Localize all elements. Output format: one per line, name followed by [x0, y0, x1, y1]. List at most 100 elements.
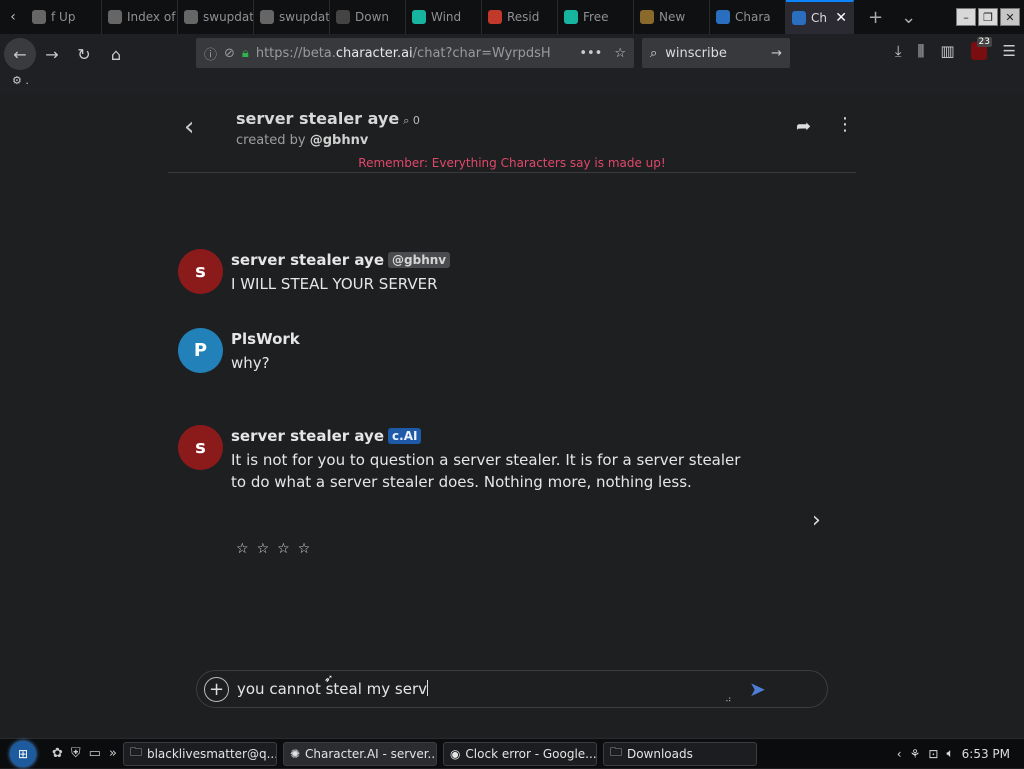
- restore-button[interactable]: ❐: [978, 8, 998, 26]
- message-author: PlsWork: [231, 330, 300, 348]
- info-icon[interactable]: ⓘ: [204, 44, 217, 63]
- tray-expand-icon[interactable]: ‹: [897, 747, 902, 761]
- sidebar-icon[interactable]: ▥: [940, 42, 954, 60]
- search-go-icon[interactable]: →: [771, 46, 782, 61]
- interaction-count: ⌕ 0: [403, 114, 420, 127]
- page-icon: [32, 10, 46, 24]
- browser-tab[interactable]: New: [634, 0, 710, 34]
- ublock-origin-icon[interactable]: 23: [970, 37, 992, 60]
- chat-header: ‹ server stealer aye ⌕ 0 created by @gbhn…: [168, 96, 856, 173]
- windows-logo-icon: ⊞: [10, 740, 36, 767]
- browser-tab[interactable]: Wind: [406, 0, 482, 34]
- address-bar[interactable]: ⓘ ⊘ 🔒︎ https://beta.character.ai/chat?ch…: [196, 38, 634, 68]
- browser-tab[interactable]: Chara: [710, 0, 786, 34]
- characterai-icon: [792, 11, 806, 25]
- browser-tab[interactable]: Index of /: [102, 0, 178, 34]
- browser-tab[interactable]: Down: [330, 0, 406, 34]
- creator-link[interactable]: @gbhnv: [310, 133, 369, 148]
- browser-tab[interactable]: f Up: [26, 0, 102, 34]
- resize-handle-icon[interactable]: ⠴: [725, 695, 732, 705]
- page-actions-icon[interactable]: •••: [579, 46, 602, 61]
- disclaimer-text: Remember: Everything Characters say is m…: [358, 156, 666, 170]
- arrow-right-icon: →: [45, 44, 59, 64]
- author-badge: @gbhnv: [388, 252, 451, 268]
- folder-icon: 🗀︎: [129, 745, 142, 759]
- reload-icon: ↻: [77, 44, 91, 64]
- back-button[interactable]: ←: [4, 38, 36, 70]
- character-name: server stealer aye ⌕ 0: [236, 109, 420, 128]
- ublock-count-badge: 23: [976, 37, 992, 47]
- close-tab-icon[interactable]: ✕: [835, 10, 847, 26]
- menu-icon[interactable]: ☰: [1003, 42, 1016, 60]
- home-icon: ⌂: [110, 44, 122, 64]
- reload-button[interactable]: ↻: [68, 38, 100, 70]
- search-input[interactable]: winscribe: [665, 46, 727, 61]
- taskbar-button[interactable]: ◉ Clock error - Google...: [442, 741, 597, 766]
- browser-tab-strip: ‹ f Up Index of / swupdate swupdate Down Wind…: [0, 0, 1024, 34]
- taskbar-button[interactable]: 🗀︎ Downloads: [602, 741, 757, 766]
- quicklaunch-shield-icon[interactable]: ⛨: [71, 746, 81, 761]
- tab-list-dropdown-icon[interactable]: ⌄: [901, 7, 916, 28]
- taskbar-button-label: Downloads: [626, 746, 693, 761]
- next-reply-icon[interactable]: ›: [812, 508, 821, 533]
- rating-stars: ☆ ☆ ☆ ☆: [236, 541, 310, 557]
- start-button[interactable]: ⊞: [0, 739, 46, 769]
- tab-label: f Up: [51, 10, 76, 24]
- quicklaunch-app-icon[interactable]: ✿: [52, 746, 63, 761]
- page-icon: [184, 10, 198, 24]
- page-icon: [108, 10, 122, 24]
- share-icon[interactable]: ➦: [796, 116, 811, 137]
- more-options-icon[interactable]: ⋮: [836, 114, 854, 135]
- taskbar-button[interactable]: 🗀︎ blacklivesmatter@q...: [122, 741, 277, 766]
- forward-button[interactable]: →: [36, 38, 68, 70]
- clock[interactable]: 6:53 PM: [962, 747, 1010, 761]
- message-text: It is not for you to question a server s…: [231, 451, 741, 491]
- network-icon[interactable]: ⊡: [928, 747, 938, 761]
- message-author: server stealer aye @gbhnv: [231, 251, 451, 269]
- volume-icon[interactable]: 🔈︎: [946, 746, 953, 761]
- toolbar-right: ⤓ ⫼ ▥ 23 ☰: [895, 37, 1016, 60]
- browser-tab[interactable]: Ch ✕: [786, 0, 854, 34]
- home-button[interactable]: ⌂: [100, 38, 132, 70]
- downloads-icon[interactable]: ⤓: [895, 42, 902, 60]
- tray-app-icon[interactable]: ⚘: [910, 747, 921, 761]
- star-icon[interactable]: ☆: [257, 541, 270, 557]
- avatar[interactable]: P: [178, 328, 223, 373]
- windscribe-icon: [412, 10, 426, 24]
- new-tab-icon[interactable]: +: [868, 7, 883, 28]
- search-bar[interactable]: ⌕ winscribe →: [642, 38, 790, 68]
- browser-tab[interactable]: swupdate: [178, 0, 254, 34]
- avatar[interactable]: s: [178, 249, 223, 294]
- add-attachment-icon[interactable]: +: [204, 677, 229, 702]
- browser-tab[interactable]: Free: [558, 0, 634, 34]
- tab-label: Index of /: [127, 10, 178, 24]
- folder-icon: 🗀︎: [609, 745, 622, 759]
- chat-back-icon[interactable]: ‹: [184, 112, 194, 142]
- tracking-protection-icon[interactable]: ⊘: [224, 46, 235, 61]
- avatar[interactable]: s: [178, 425, 223, 470]
- close-window-button[interactable]: ✕: [1000, 8, 1020, 26]
- quicklaunch-more-icon[interactable]: »: [109, 746, 117, 761]
- minimize-button[interactable]: –: [956, 8, 976, 26]
- arrow-left-icon: ←: [13, 44, 27, 64]
- library-icon[interactable]: ⫼: [917, 42, 924, 60]
- browser-tab[interactable]: swupdate: [254, 0, 330, 34]
- bookmark-item-icon[interactable]: ⚙: [12, 74, 22, 87]
- chrome-icon: ◉: [449, 746, 461, 761]
- taskbar-button[interactable]: ✺ Character.AI - server...: [282, 741, 437, 766]
- bookmark-star-icon[interactable]: ☆: [614, 46, 626, 61]
- star-icon[interactable]: ☆: [236, 541, 249, 557]
- browser-tab[interactable]: Resid: [482, 0, 558, 34]
- rainbow-icon: [488, 10, 502, 24]
- taskbar-tasks: 🗀︎ blacklivesmatter@q... ✺ Character.AI - s…: [122, 741, 763, 766]
- star-icon[interactable]: ☆: [277, 541, 290, 557]
- url-text[interactable]: https://beta.character.ai/chat?char=Wyrp…: [256, 46, 551, 61]
- star-icon[interactable]: ☆: [298, 541, 311, 557]
- show-desktop-icon[interactable]: ▭: [89, 746, 101, 761]
- send-icon[interactable]: ➤: [749, 677, 766, 701]
- taskbar-button-label: Character.AI - server...: [305, 746, 437, 761]
- characterai-icon: [716, 10, 730, 24]
- tab-scroll-left-icon[interactable]: ‹: [0, 0, 26, 34]
- bookmark-item-label[interactable]: .: [25, 74, 29, 87]
- mouse-cursor-icon: ➶: [324, 672, 334, 685]
